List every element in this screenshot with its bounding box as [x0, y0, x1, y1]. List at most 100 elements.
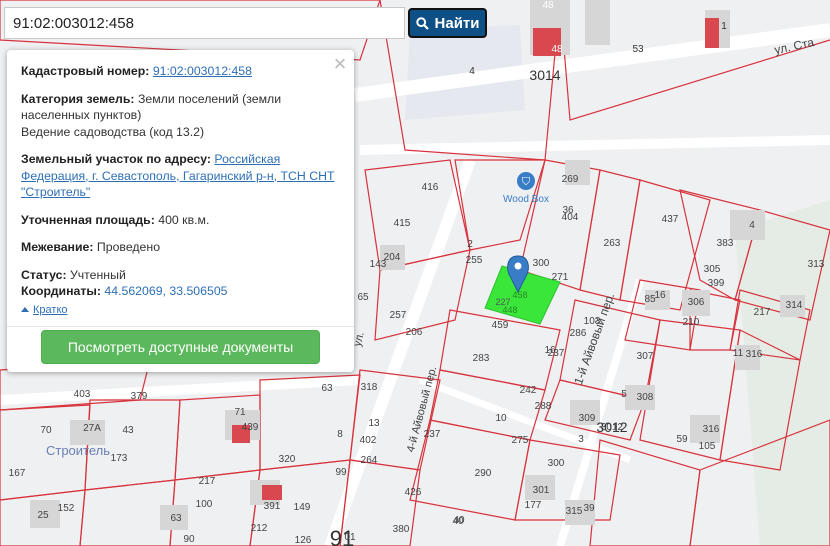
area-value: 400 кв.м. — [158, 212, 210, 227]
parcel-number: 173 — [111, 453, 128, 464]
block-label: 3014 — [529, 67, 560, 83]
house-number: 4 — [469, 66, 475, 77]
parcel-number: 301 — [533, 485, 550, 496]
parcel-number: 90 — [183, 534, 195, 545]
parcel-number: 3012 — [601, 422, 624, 433]
parcel-number: 71 — [234, 407, 246, 418]
brief-link: Кратко — [33, 303, 68, 316]
parcel-number: 399 — [708, 278, 725, 289]
parcel-number: 459 — [492, 320, 509, 331]
district-label: Строитель — [46, 443, 110, 458]
parcel-number: 380 — [393, 524, 410, 535]
address-label: Земельный участок по адресу: — [21, 152, 211, 166]
status-label: Статус: — [21, 267, 67, 282]
parcel-number: 212 — [251, 523, 268, 534]
parcel-number: 269 — [562, 174, 579, 185]
cadastral-link[interactable]: 91:02:003012:458 — [153, 64, 252, 78]
parcel-number: 10 — [495, 413, 507, 424]
parcel-number: 320 — [279, 454, 296, 465]
area-label: Уточненная площадь: — [21, 212, 155, 227]
search-icon — [415, 16, 429, 30]
parcel-number: 416 — [422, 182, 439, 193]
parcel-number: 25 — [37, 510, 49, 521]
caret-up-icon — [21, 307, 29, 313]
parcel-number: 16 — [654, 290, 666, 301]
status-row: Статус: Учтенный — [21, 267, 340, 284]
parcel-number: 27А — [83, 423, 101, 434]
category-row: Категория земель: Земли поселений (земли… — [21, 91, 340, 141]
parcel-number: 315 — [566, 506, 583, 517]
survey-label: Межевание: — [21, 240, 94, 254]
search-input[interactable] — [4, 7, 405, 39]
survey-value: Проведено — [96, 240, 161, 254]
parcel-number: 426 — [405, 487, 422, 498]
category-use: Ведение садоводства (код 13.2) — [21, 124, 205, 139]
parcel-number: 305 — [704, 264, 721, 275]
status-value: Учтенный — [69, 267, 126, 282]
parcel-number: 8 — [337, 429, 343, 440]
parcel-number: 103 — [584, 316, 601, 327]
parcel-number: 306 — [688, 297, 705, 308]
parcel-number: 63 — [321, 383, 333, 394]
shop-icon: ⛉ — [522, 175, 531, 188]
parcel-number: 217 — [754, 307, 771, 318]
poi-wood-box[interactable]: ⛉ — [517, 172, 535, 190]
parcel-number: 99 — [335, 467, 347, 478]
parcel-number: 149 — [294, 502, 311, 513]
parcel-number: 13 — [368, 418, 380, 429]
parcel-number: 70 — [40, 425, 52, 436]
parcel-number: 237 — [424, 429, 441, 440]
brief-toggle[interactable]: Кратко — [21, 302, 340, 319]
parcel-info-popup: × Кадастровый номер: 91:02:003012:458 Ка… — [7, 50, 354, 372]
survey-row: Межевание: Проведено — [21, 239, 340, 256]
parcel-number: 227 — [495, 297, 510, 307]
parcel-number: 11 — [733, 348, 744, 359]
parcel-number: 65 — [357, 292, 369, 303]
parcel-number: 402 — [360, 435, 377, 446]
parcel-number: 152 — [58, 503, 75, 514]
house-number: 48 — [551, 44, 563, 55]
view-documents-button[interactable]: Посмотреть доступные документы — [41, 330, 320, 364]
parcel-number: 300 — [548, 458, 565, 469]
parcel-number: 167 — [9, 468, 26, 479]
search-button-label: Найти — [434, 14, 480, 32]
parcel-number: 3 — [578, 434, 584, 445]
parcel-number: 415 — [394, 218, 411, 229]
parcel-number: 255 — [466, 255, 483, 266]
parcel-number: 290 — [475, 468, 492, 479]
area-row: Уточненная площадь: 400 кв.м. — [21, 212, 340, 229]
parcel-number: 404 — [562, 212, 579, 223]
address-row: Земельный участок по адресу: Российская … — [21, 151, 340, 201]
parcel-number: 318 — [361, 382, 378, 393]
coords-row: Координаты: 44.562069, 33.506505 — [21, 283, 340, 300]
parcel-number: 4 — [749, 220, 755, 231]
house-number: 1 — [721, 21, 727, 32]
search-button[interactable]: Найти — [408, 8, 487, 38]
parcel-number: 210 — [683, 317, 700, 328]
parcel-number: 43 — [122, 425, 134, 436]
popup-divider — [7, 326, 354, 327]
parcel-number: 316 — [746, 349, 763, 360]
parcel-number: 217 — [199, 476, 216, 487]
parcel-number: 126 — [295, 535, 312, 546]
parcel-number: 286 — [570, 328, 587, 339]
parcel-number: 313 — [808, 259, 825, 270]
parcel-number: 379 — [131, 391, 148, 402]
parcel-number: 308 — [637, 392, 654, 403]
parcel-number: 105 — [699, 441, 716, 452]
parcel-number: 177 — [525, 500, 542, 511]
house-number: 48 — [542, 0, 554, 11]
parcel-number: 206 — [406, 327, 423, 338]
parcel-number: 2 — [467, 239, 473, 250]
parcel-number: 458 — [512, 290, 527, 300]
parcel-number: 316 — [703, 424, 720, 435]
parcel-number: 309 — [579, 413, 596, 424]
parcel-number: 314 — [786, 300, 803, 311]
parcel-number: 439 — [242, 422, 259, 433]
parcel-number: 307 — [637, 351, 654, 362]
parcel-number: 403 — [74, 389, 91, 400]
parcel-number: 39 — [583, 503, 595, 514]
parcel-number: 283 — [473, 353, 490, 364]
close-icon[interactable]: × — [332, 53, 348, 75]
parcel-number: 85 — [644, 294, 656, 305]
